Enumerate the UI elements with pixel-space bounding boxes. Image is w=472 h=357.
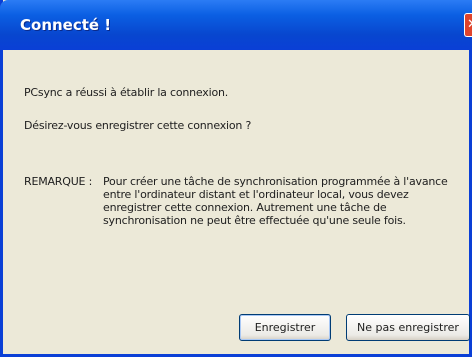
save-button[interactable]: Enregistrer	[239, 314, 331, 341]
dialog-window: Connecté ! ✕ PCsync a réussi à établir l…	[0, 0, 472, 357]
save-question: Désirez-vous enregistrer cette connexion…	[24, 119, 252, 132]
success-message: PCsync a réussi à établir la connexion.	[24, 86, 229, 99]
close-button[interactable]: ✕	[464, 13, 472, 37]
dont-save-button[interactable]: Ne pas enregistrer	[346, 314, 470, 341]
title-bar[interactable]: Connecté ! ✕	[0, 0, 472, 50]
close-icon: ✕	[467, 17, 472, 32]
note-label: REMARQUE :	[24, 175, 93, 188]
window-title: Connecté !	[20, 16, 112, 34]
note-text: Pour créer une tâche de synchronisation …	[103, 175, 448, 227]
